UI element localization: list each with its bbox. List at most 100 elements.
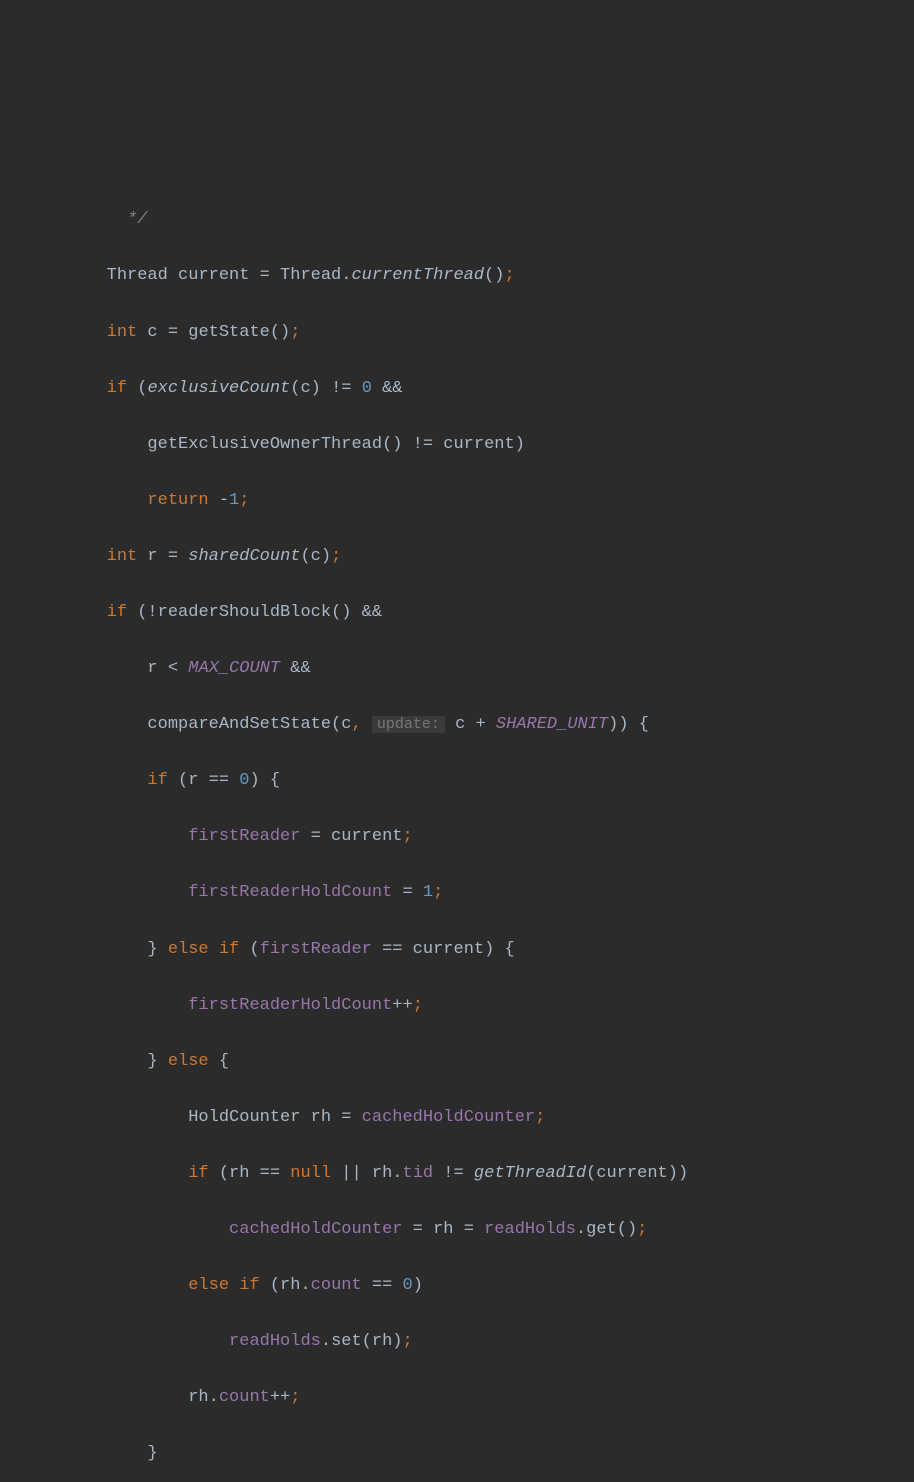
keyword-null: null bbox=[290, 1164, 331, 1183]
code-line: int c = getState(); bbox=[25, 319, 914, 347]
text: c = getState() bbox=[137, 323, 290, 342]
number: 0 bbox=[239, 771, 249, 790]
text: = current bbox=[300, 827, 402, 846]
semicolon: ; bbox=[290, 1388, 300, 1407]
code-editor[interactable]: */ Thread current = Thread.currentThread… bbox=[0, 112, 914, 1482]
code-line: if (r == 0) { bbox=[25, 767, 914, 795]
code-line: r < MAX_COUNT && bbox=[25, 655, 914, 683]
text bbox=[229, 1276, 239, 1295]
number: 1 bbox=[423, 883, 433, 902]
text: { bbox=[209, 1052, 229, 1071]
text: () bbox=[484, 266, 504, 285]
field: firstReaderHoldCount bbox=[188, 996, 392, 1015]
code-line: firstReader = current; bbox=[25, 823, 914, 851]
text: c + bbox=[445, 715, 496, 734]
text: )) { bbox=[608, 715, 649, 734]
text: = bbox=[392, 883, 423, 902]
semicolon: ; bbox=[505, 266, 515, 285]
code-line: } bbox=[25, 1440, 914, 1468]
text: ) bbox=[413, 1276, 423, 1295]
code-line: cachedHoldCounter = rh = readHolds.get()… bbox=[25, 1216, 914, 1244]
text: (r == bbox=[168, 771, 239, 790]
text: r < bbox=[107, 659, 189, 678]
keyword: if bbox=[188, 1164, 208, 1183]
semicolon: ; bbox=[290, 323, 300, 342]
code-line: rh.count++; bbox=[25, 1384, 914, 1412]
field: readHolds bbox=[484, 1220, 576, 1239]
code-line: } else if (firstReader == current) { bbox=[25, 936, 914, 964]
field: count bbox=[311, 1276, 362, 1295]
number: 0 bbox=[362, 379, 372, 398]
text: ) { bbox=[249, 771, 280, 790]
code-line: return -1; bbox=[25, 487, 914, 515]
keyword: else bbox=[188, 1276, 229, 1295]
text: HoldCounter rh = bbox=[188, 1108, 361, 1127]
keyword: int bbox=[107, 323, 138, 342]
method-call: sharedCount bbox=[188, 547, 300, 566]
text: (!readerShouldBlock() && bbox=[127, 603, 382, 622]
text: (c) != bbox=[290, 379, 361, 398]
keyword: int bbox=[107, 547, 138, 566]
field: firstReader bbox=[260, 940, 372, 959]
code-line: HoldCounter rh = cachedHoldCounter; bbox=[25, 1104, 914, 1132]
text: Thread current = Thread. bbox=[107, 266, 352, 285]
code-line: Thread current = Thread.currentThread(); bbox=[25, 262, 914, 290]
code-line: firstReaderHoldCount++; bbox=[25, 992, 914, 1020]
semicolon: ; bbox=[413, 996, 423, 1015]
text: r = bbox=[137, 547, 188, 566]
constant: MAX_COUNT bbox=[188, 659, 280, 678]
semicolon: ; bbox=[402, 827, 412, 846]
code-line: */ bbox=[25, 206, 914, 234]
text: ++ bbox=[270, 1388, 290, 1407]
field: count bbox=[219, 1388, 270, 1407]
text: .get() bbox=[576, 1220, 637, 1239]
code-line: if (exclusiveCount(c) != 0 && bbox=[25, 375, 914, 403]
parameter-hint: update: bbox=[372, 716, 445, 733]
brace: } bbox=[147, 1444, 157, 1463]
keyword: if bbox=[219, 940, 239, 959]
semicolon: ; bbox=[433, 883, 443, 902]
number: 1 bbox=[229, 491, 239, 510]
text: ( bbox=[239, 940, 259, 959]
text: ++ bbox=[392, 996, 412, 1015]
text: = rh = bbox=[402, 1220, 484, 1239]
text: ( bbox=[127, 379, 147, 398]
code-content: */ Thread current = Thread.currentThread… bbox=[0, 178, 914, 1482]
code-line: getExclusiveOwnerThread() != current) bbox=[25, 431, 914, 459]
text: .set(rh) bbox=[321, 1332, 403, 1351]
code-line: else if (rh.count == 0) bbox=[25, 1272, 914, 1300]
field: firstReaderHoldCount bbox=[188, 883, 392, 902]
semicolon: ; bbox=[403, 1332, 413, 1351]
keyword: return bbox=[147, 491, 208, 510]
constant: SHARED_UNIT bbox=[496, 715, 608, 734]
text: getExclusiveOwnerThread() != current) bbox=[107, 435, 525, 454]
text: || rh. bbox=[331, 1164, 402, 1183]
semicolon: ; bbox=[331, 547, 341, 566]
number: 0 bbox=[403, 1276, 413, 1295]
text: - bbox=[209, 491, 229, 510]
text: (rh == bbox=[209, 1164, 291, 1183]
keyword: if bbox=[107, 603, 127, 622]
field: tid bbox=[403, 1164, 434, 1183]
method-call: currentThread bbox=[351, 266, 484, 285]
text: (current)) bbox=[586, 1164, 688, 1183]
text: (rh. bbox=[260, 1276, 311, 1295]
semicolon: ; bbox=[637, 1220, 647, 1239]
keyword: if bbox=[107, 379, 127, 398]
keyword: if bbox=[147, 771, 167, 790]
text: } bbox=[147, 1052, 167, 1071]
text: == current) { bbox=[372, 940, 515, 959]
code-line: int r = sharedCount(c); bbox=[25, 543, 914, 571]
field: firstReader bbox=[188, 827, 300, 846]
text: && bbox=[280, 659, 311, 678]
code-line: } else { bbox=[25, 1048, 914, 1076]
field: cachedHoldCounter bbox=[362, 1108, 535, 1127]
keyword: if bbox=[239, 1276, 259, 1295]
field: readHolds bbox=[229, 1332, 321, 1351]
text: && bbox=[372, 379, 403, 398]
text: (c) bbox=[300, 547, 331, 566]
code-line: if (rh == null || rh.tid != getThreadId(… bbox=[25, 1160, 914, 1188]
method-call: getThreadId bbox=[474, 1164, 586, 1183]
text: != bbox=[433, 1164, 474, 1183]
code-line: readHolds.set(rh); bbox=[25, 1328, 914, 1356]
